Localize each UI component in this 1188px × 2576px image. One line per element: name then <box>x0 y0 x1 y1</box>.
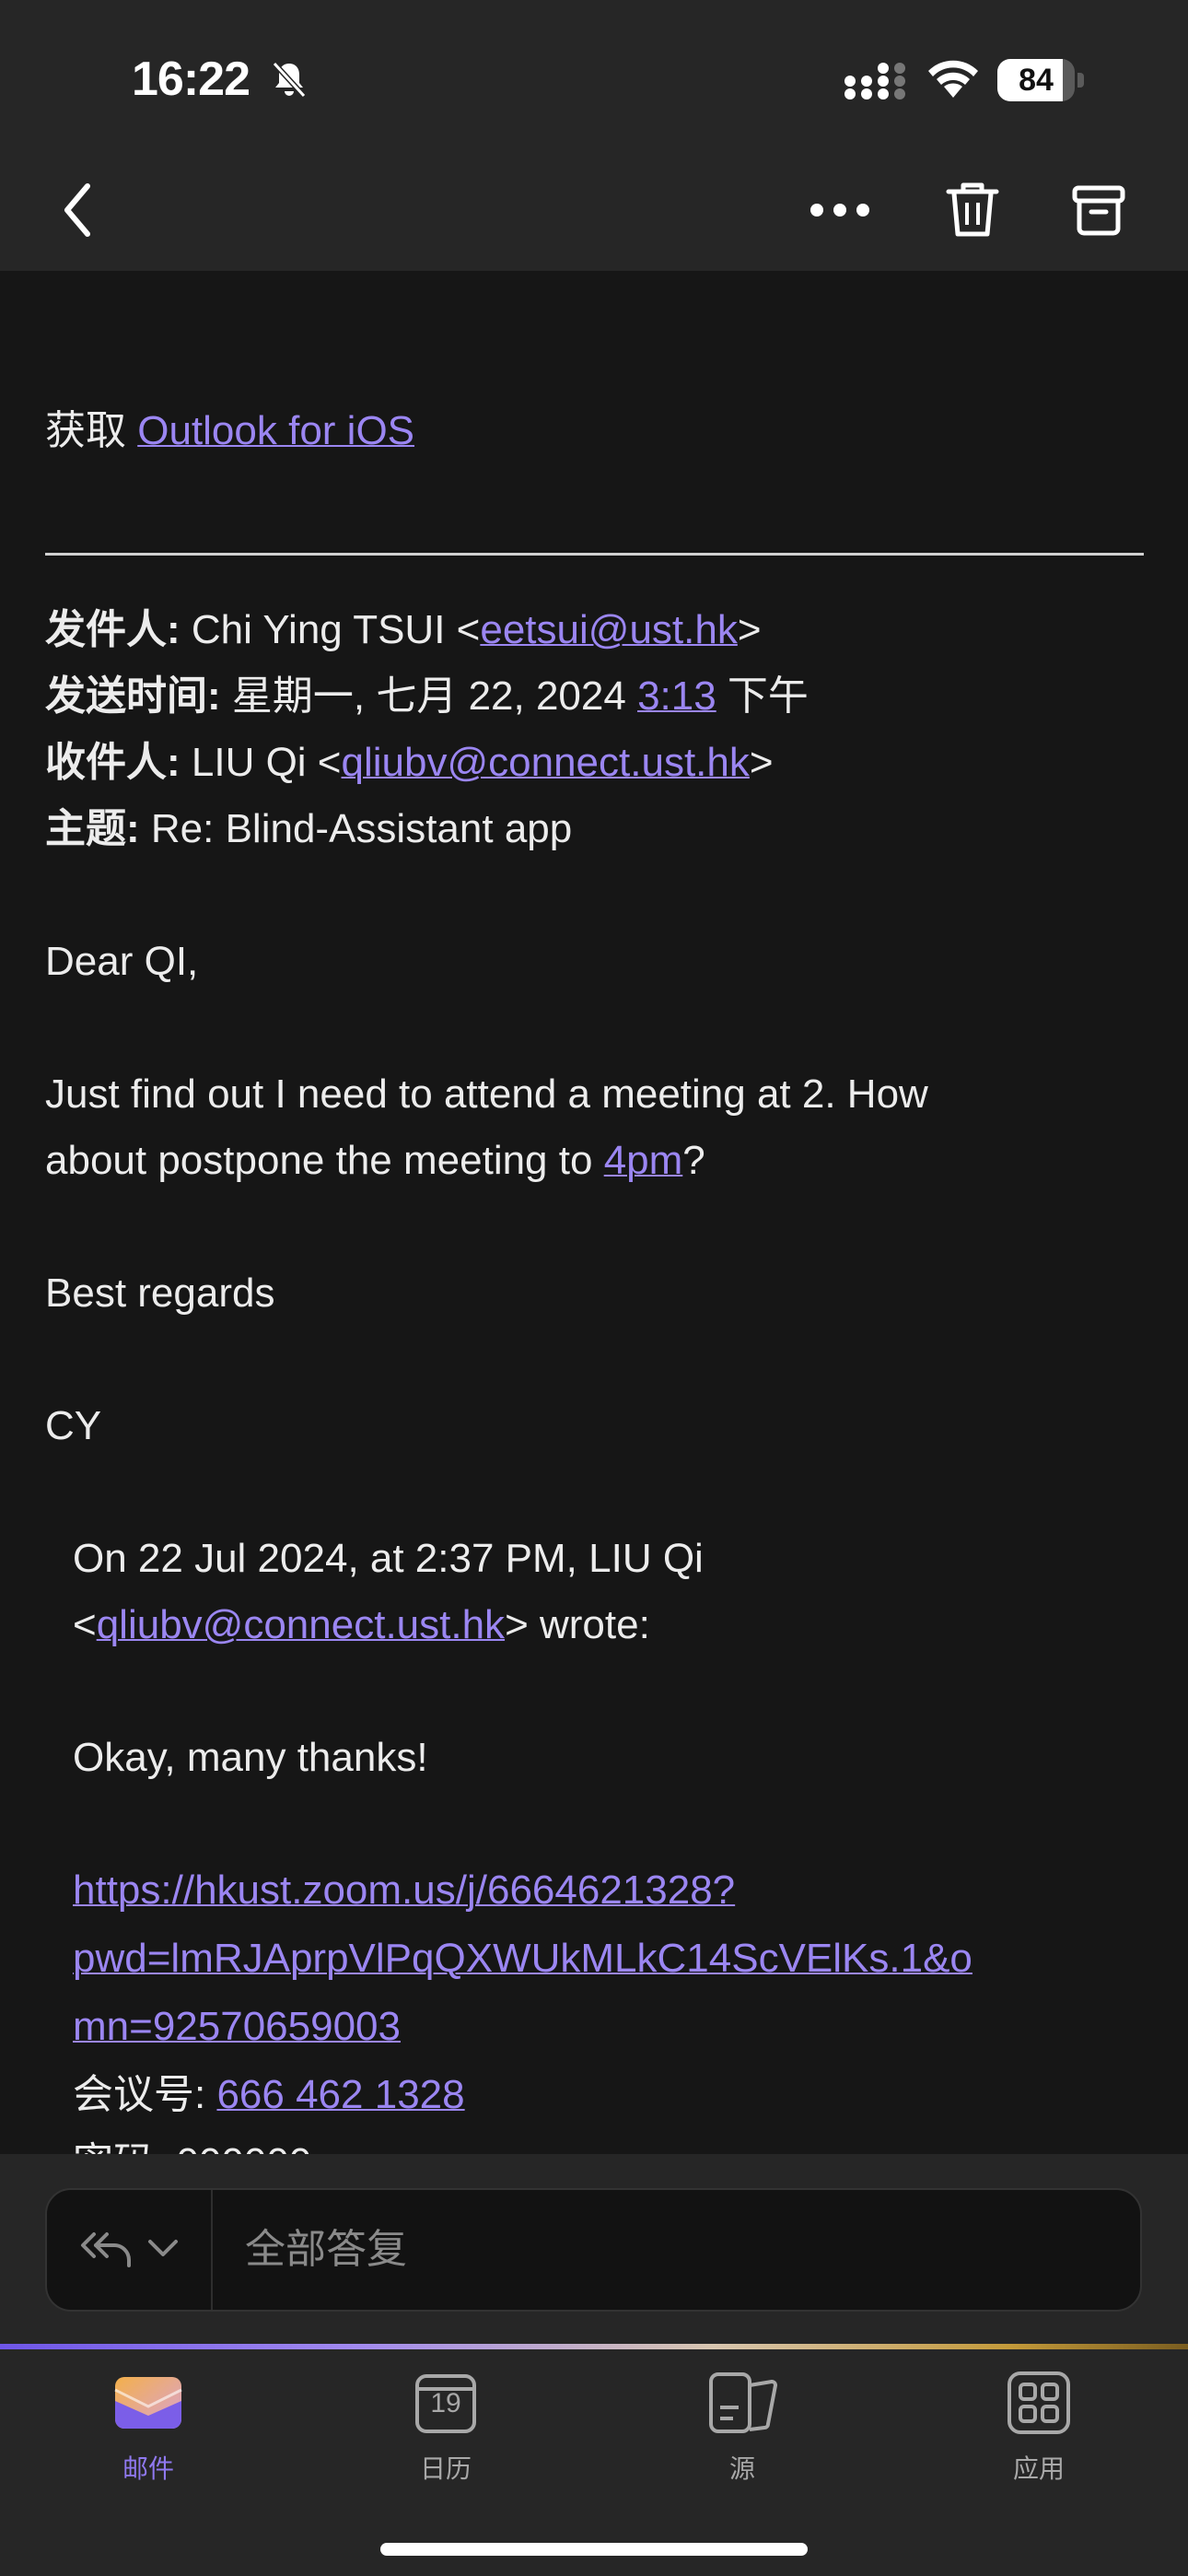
zoom-link-line: pwd=lmRJAprpVlPqQXWUkMLkC14ScVElKs.1&o <box>73 1926 973 1992</box>
from-line: 发件人: Chi Ying TSUI <eetsui@ust.hk> <box>45 607 762 652</box>
email-body: 获取 Outlook for iOS 发件人: Chi Ying TSUI <e… <box>0 271 1188 2155</box>
sent-line: 发送时间: 星期一, 七月 22, 2024 3:13 下午 <box>45 673 809 719</box>
status-bar: 16:22 84 <box>0 0 1188 157</box>
feed-icon <box>707 2368 777 2438</box>
chevron-left-icon <box>60 181 97 244</box>
trash-icon <box>945 181 1000 244</box>
calendar-icon: 19 <box>411 2368 481 2438</box>
zoom-meeting-link[interactable]: pwd=lmRJAprpVlPqQXWUkMLkC14ScVElKs.1&o <box>73 1936 973 1981</box>
more-options-button[interactable] <box>803 175 877 249</box>
signature: CY <box>45 1403 102 1448</box>
tab-label: 日历 <box>419 2454 472 2483</box>
ellipsis-icon <box>809 203 870 222</box>
quote-header: <qliubv@connect.ust.hk> wrote: <box>73 1602 650 1647</box>
zoom-link-line: https://hkust.zoom.us/j/6664621328? <box>73 1857 735 1924</box>
reply-all-icon <box>79 2227 134 2274</box>
status-time: 16:22 <box>132 53 250 106</box>
meeting-id-line: 会议号: 666 462 1328 <box>73 2072 465 2117</box>
tab-label: 邮件 <box>122 2454 174 2483</box>
subject-text: Re: Blind-Assistant app <box>150 806 573 851</box>
wifi-icon <box>926 57 981 100</box>
reply-mode-selector[interactable] <box>47 2190 213 2310</box>
outlook-ios-link[interactable]: Outlook for iOS <box>137 408 414 453</box>
quote-header: On 22 Jul 2024, at 2:37 PM, LIU Qi <box>73 1536 704 1581</box>
from-label: 发件人: <box>45 607 181 652</box>
zoom-link-line: mn=92570659003 <box>73 1994 401 2060</box>
body-line: Just find out I need to attend a meeting… <box>45 1071 928 1117</box>
tab-label: 源 <box>728 2454 755 2483</box>
archive-icon <box>1071 182 1126 242</box>
passcode-line: 密码: 000000 <box>73 2130 311 2155</box>
quoted-email-link[interactable]: qliubv@connect.ust.hk <box>97 1602 505 1647</box>
message-nav-bar <box>0 157 1188 271</box>
cellular-signal-icon <box>843 61 911 101</box>
battery-level: 84 <box>1019 63 1054 98</box>
delete-button[interactable] <box>936 175 1009 249</box>
tab-apps[interactable]: 应用 <box>947 2368 1131 2497</box>
home-indicator[interactable] <box>380 2543 808 2556</box>
reply-all-placeholder: 全部答复 <box>245 2227 407 2272</box>
calendar-day: 19 <box>430 2388 461 2418</box>
tab-mail[interactable]: 邮件 <box>56 2368 240 2497</box>
reply-bar: 全部答复 <box>0 2154 1188 2344</box>
tab-calendar[interactable]: 19 日历 <box>354 2368 538 2497</box>
to-label: 收件人: <box>45 740 181 785</box>
archive-button[interactable] <box>1062 175 1136 249</box>
subject-label: 主题: <box>45 806 140 851</box>
zoom-meeting-link[interactable]: https://hkust.zoom.us/j/6664621328? <box>73 1868 735 1913</box>
bell-slash-icon <box>269 59 309 100</box>
battery-icon: 84 <box>997 59 1084 101</box>
get-outlook-line: 获取 Outlook for iOS <box>45 408 415 453</box>
quote-body: Okay, many thanks! <box>73 1735 428 1780</box>
body-line: about postpone the meeting to 4pm? <box>45 1138 705 1183</box>
time-4pm-link[interactable]: 4pm <box>604 1138 683 1183</box>
sent-time-link[interactable]: 3:13 <box>637 673 716 719</box>
mail-icon <box>113 2368 183 2438</box>
back-button[interactable] <box>41 175 115 249</box>
sent-label: 发送时间: <box>45 673 221 719</box>
apps-grid-icon <box>1004 2368 1074 2438</box>
from-email-link[interactable]: eetsui@ust.hk <box>480 607 737 652</box>
tab-feed[interactable]: 源 <box>650 2368 834 2497</box>
tab-label: 应用 <box>1012 2454 1065 2483</box>
reply-all-box[interactable]: 全部答复 <box>45 2188 1142 2312</box>
to-line: 收件人: LIU Qi <qliubv@connect.ust.hk> <box>45 740 774 785</box>
greeting: Dear QI, <box>45 939 199 984</box>
zoom-meeting-link[interactable]: mn=92570659003 <box>73 2004 401 2049</box>
chevron-down-icon <box>147 2238 179 2263</box>
header-divider <box>45 553 1144 556</box>
to-email-link[interactable]: qliubv@connect.ust.hk <box>342 740 750 785</box>
regards: Best regards <box>45 1270 275 1316</box>
subject-line: 主题: Re: Blind-Assistant app <box>45 796 572 862</box>
meeting-id-link[interactable]: 666 462 1328 <box>216 2072 464 2117</box>
